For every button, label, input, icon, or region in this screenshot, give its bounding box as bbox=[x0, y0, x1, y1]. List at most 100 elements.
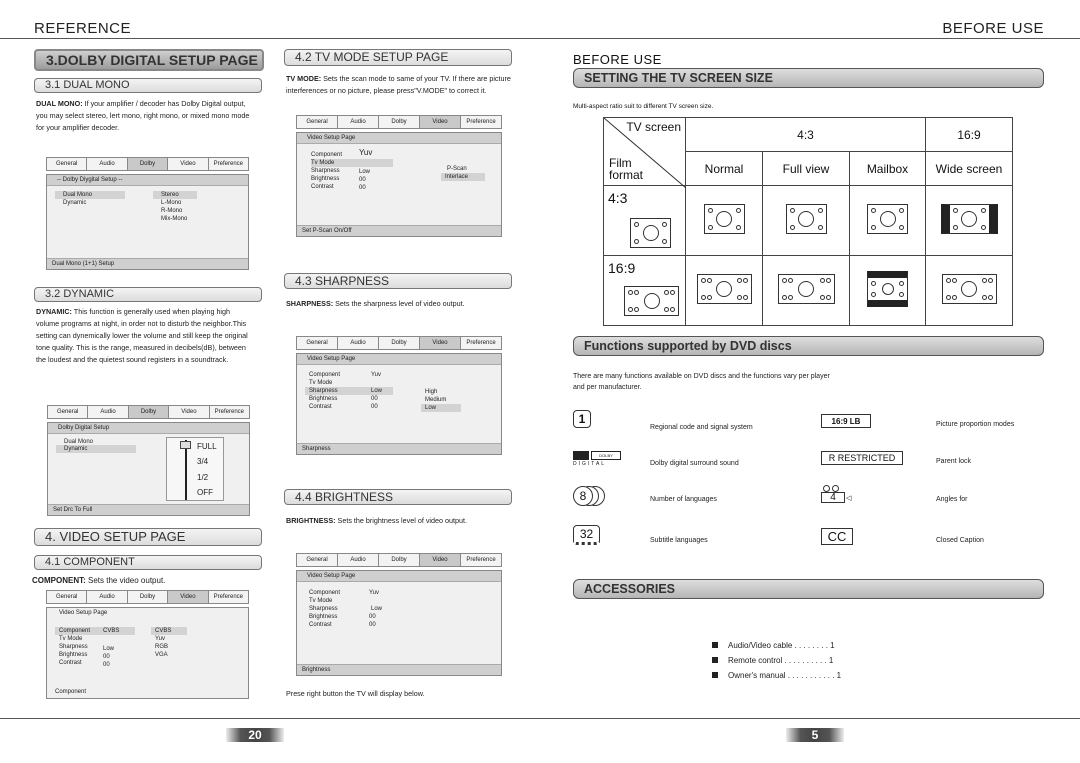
dot-glyph bbox=[987, 295, 993, 300]
slider-thumb[interactable] bbox=[180, 441, 191, 449]
dot-glyph bbox=[945, 295, 951, 300]
bullet-icon bbox=[712, 642, 718, 648]
osd-video-brightness: General Audio Dolby Video Preference Vid… bbox=[296, 553, 502, 679]
tab-preference[interactable]: Preference bbox=[208, 591, 249, 603]
osd-item-dynamic[interactable]: Dynamic bbox=[63, 199, 86, 207]
osd-footer: Set Drc To Full bbox=[48, 504, 249, 515]
osd-value-brightness: 00 bbox=[359, 177, 366, 183]
screen-4-3-fullview-icon bbox=[785, 204, 827, 234]
osd-option-low[interactable]: Low bbox=[421, 404, 461, 412]
tab-audio[interactable]: Audio bbox=[88, 406, 129, 418]
section-4-1-text: COMPONENT: Sets the video output. bbox=[32, 575, 262, 587]
screen-16-9-normal-icon bbox=[696, 274, 752, 304]
osd-option-cvbs[interactable]: CVBS bbox=[151, 627, 187, 635]
tab-dolby[interactable]: Dolby bbox=[379, 554, 420, 566]
drc-slider[interactable]: FULL 3/4 1/2 OFF bbox=[166, 437, 224, 501]
tab-general[interactable]: General bbox=[47, 591, 88, 603]
osd-item-dynamic[interactable]: Dynamic bbox=[56, 445, 136, 453]
osd-value-contrast: 00 bbox=[103, 662, 110, 668]
osd-option-mix-mono[interactable]: Mix-Mono bbox=[161, 215, 187, 223]
lead-term: DUAL MONO: bbox=[36, 99, 83, 108]
osd-item-tv-mode[interactable]: Tv Mode bbox=[59, 635, 82, 643]
dot-glyph bbox=[787, 295, 793, 300]
dot-glyph bbox=[871, 208, 876, 213]
osd-item-sharpness[interactable]: Sharpness bbox=[309, 605, 338, 613]
tab-audio[interactable]: Audio bbox=[338, 337, 379, 349]
feature-label-subtitles: Subtitle languages bbox=[650, 537, 708, 544]
tab-video[interactable]: Video bbox=[168, 158, 209, 170]
level-3-4: 3/4 bbox=[197, 457, 209, 466]
osd-title: -- Dolby Diygital Setup -- bbox=[47, 175, 248, 186]
osd-item-dual-mono[interactable]: Dual Mono bbox=[55, 191, 125, 199]
osd-item-brightness[interactable]: Brightness bbox=[309, 395, 337, 403]
osd-option-p-scan[interactable]: P-Scan bbox=[447, 165, 467, 173]
tab-preference[interactable]: Preference bbox=[461, 337, 501, 349]
osd-item-tv-mode[interactable]: Tv Mode bbox=[311, 159, 393, 167]
tab-video[interactable]: Video bbox=[420, 337, 461, 349]
tab-general[interactable]: General bbox=[297, 337, 338, 349]
tab-dolby[interactable]: Dolby bbox=[379, 116, 420, 128]
tab-video[interactable]: Video bbox=[420, 116, 461, 128]
dot-glyph bbox=[871, 225, 876, 230]
tab-audio[interactable]: Audio bbox=[87, 158, 128, 170]
circle-glyph bbox=[716, 281, 732, 297]
tab-preference[interactable]: Preference bbox=[461, 554, 501, 566]
osd-footer: Dual Mono (1+1) Setup bbox=[47, 258, 248, 269]
osd-item-sharpness[interactable]: Sharpness bbox=[311, 167, 340, 175]
osd-item-tv-mode[interactable]: Tv Mode bbox=[309, 379, 332, 387]
tab-dolby[interactable]: Dolby bbox=[379, 337, 420, 349]
tab-general[interactable]: General bbox=[297, 116, 338, 128]
osd-option-medium[interactable]: Medium bbox=[425, 396, 446, 404]
osd-item-brightness[interactable]: Brightness bbox=[311, 175, 339, 183]
osd-item-component[interactable]: Component bbox=[309, 589, 340, 597]
dot-glyph bbox=[736, 295, 742, 300]
osd-option-high[interactable]: High bbox=[425, 388, 437, 396]
dot-glyph bbox=[952, 225, 958, 230]
osd-item-brightness[interactable]: Brightness bbox=[309, 613, 337, 621]
tab-video[interactable]: Video bbox=[420, 554, 461, 566]
dot-glyph bbox=[634, 307, 639, 312]
tab-video[interactable]: Video bbox=[168, 591, 209, 603]
osd-item-sharpness[interactable]: Sharpness bbox=[59, 643, 88, 651]
feature-label-languages: Number of languages bbox=[650, 496, 717, 503]
osd-item-component[interactable]: Component bbox=[55, 627, 135, 635]
tab-preference[interactable]: Preference bbox=[208, 158, 249, 170]
osd-item-component[interactable]: Component bbox=[311, 151, 342, 159]
osd-option-stereo[interactable]: Stereo bbox=[153, 191, 197, 199]
tab-audio[interactable]: Audio bbox=[87, 591, 128, 603]
osd-item-component[interactable]: Component bbox=[309, 371, 340, 379]
tab-audio[interactable]: Audio bbox=[338, 554, 379, 566]
tab-dolby[interactable]: Dolby bbox=[128, 406, 170, 418]
osd-option-r-mono[interactable]: R-Mono bbox=[161, 207, 182, 215]
screen-4-3-icon bbox=[630, 218, 671, 248]
accessory-item: Owner's manual . . . . . . . . . . . 1 bbox=[712, 671, 841, 686]
osd-option-yuv[interactable]: Yuv bbox=[155, 635, 165, 643]
tab-general[interactable]: General bbox=[47, 158, 88, 170]
tab-dolby[interactable]: Dolby bbox=[127, 158, 169, 170]
osd-option-l-mono[interactable]: L-Mono bbox=[161, 199, 181, 207]
osd-item-contrast[interactable]: Contrast bbox=[311, 183, 334, 191]
tab-audio[interactable]: Audio bbox=[338, 116, 379, 128]
dot-glyph bbox=[819, 295, 825, 300]
osd-option-vga[interactable]: VGA bbox=[155, 651, 168, 659]
osd-option-interlace[interactable]: Interlace bbox=[441, 173, 485, 181]
osd-item-contrast[interactable]: Contrast bbox=[309, 403, 332, 411]
tab-preference[interactable]: Preference bbox=[209, 406, 250, 418]
section-3-2-text: DYNAMIC: This function is generally used… bbox=[36, 306, 254, 366]
tab-general[interactable]: General bbox=[297, 554, 338, 566]
tab-general[interactable]: General bbox=[48, 406, 89, 418]
osd-option-rgb[interactable]: RGB bbox=[155, 643, 168, 651]
tab-dolby[interactable]: Dolby bbox=[127, 591, 169, 603]
osd-value-component: CVBS bbox=[103, 628, 120, 634]
tab-video[interactable]: Video bbox=[169, 406, 210, 418]
osd-item-contrast[interactable]: Contrast bbox=[309, 621, 332, 629]
dot-glyph bbox=[706, 295, 712, 300]
osd-value-contrast: 00 bbox=[369, 622, 376, 628]
dot-glyph bbox=[817, 208, 823, 213]
osd-item-tv-mode[interactable]: Tv Mode bbox=[309, 597, 332, 605]
tab-preference[interactable]: Preference bbox=[461, 116, 501, 128]
feature-label-aspect: Picture proportion modes bbox=[936, 421, 1015, 428]
osd-item-contrast[interactable]: Contrast bbox=[59, 659, 82, 667]
osd-item-brightness[interactable]: Brightness bbox=[59, 651, 87, 659]
lead-term: COMPONENT: bbox=[32, 576, 86, 585]
